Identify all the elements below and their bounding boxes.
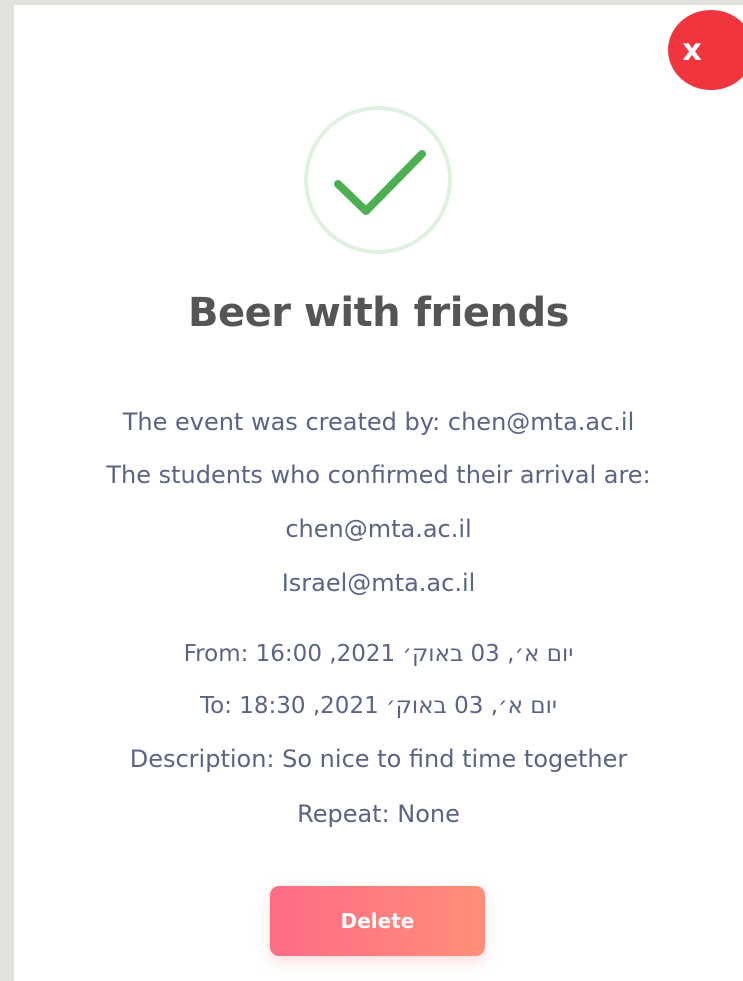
checkmark-icon	[304, 106, 452, 254]
success-checkmark	[302, 104, 454, 256]
event-repeat: Repeat: None	[297, 800, 460, 828]
delete-button[interactable]: Delete	[270, 886, 485, 956]
confirmed-student: Israel@mta.ac.il	[281, 569, 476, 597]
confirmed-student: chen@mta.ac.il	[285, 515, 472, 543]
close-icon: x	[682, 32, 702, 68]
confirmed-heading: The students who confirmed their arrival…	[106, 461, 651, 489]
created-by-text: The event was created by: chen@mta.ac.il	[122, 408, 635, 436]
event-to-time: To: 18:30 ,2021 יום א׳, 03 באוק׳	[200, 693, 557, 719]
event-description: Description: So nice to find time togeth…	[129, 745, 628, 773]
event-from-time: From: 16:00 ,2021 יום א׳, 03 באוק׳	[183, 641, 574, 667]
event-title: Beer with friends	[188, 290, 569, 336]
